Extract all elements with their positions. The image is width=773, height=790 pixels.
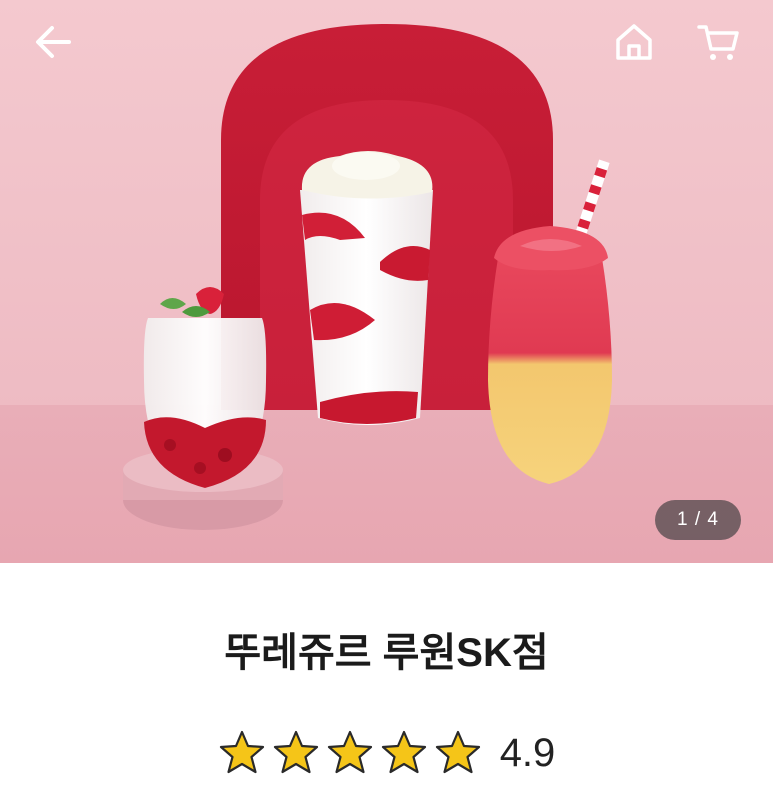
star-icon	[219, 730, 264, 774]
star-rating	[218, 729, 482, 777]
star-icon	[435, 730, 480, 774]
star-icon	[273, 730, 318, 774]
arrow-left-icon	[36, 26, 71, 58]
store-name: 뚜레쥬르 루원SK점	[224, 631, 549, 675]
store-info: 뚜레쥬르 루원SK점 4.9	[0, 563, 773, 790]
cart-button[interactable]	[690, 18, 746, 66]
star-icon	[381, 730, 426, 774]
star-icon	[327, 730, 372, 774]
rating-score: 4.9	[499, 730, 556, 775]
home-button[interactable]	[607, 18, 661, 66]
image-counter: 1 / 4	[655, 500, 741, 540]
rating-row: 4.9	[0, 723, 773, 783]
back-button[interactable]	[28, 20, 78, 64]
home-icon	[616, 24, 652, 60]
image-carousel[interactable]: 1 / 4	[0, 0, 773, 563]
cart-icon	[697, 25, 739, 60]
